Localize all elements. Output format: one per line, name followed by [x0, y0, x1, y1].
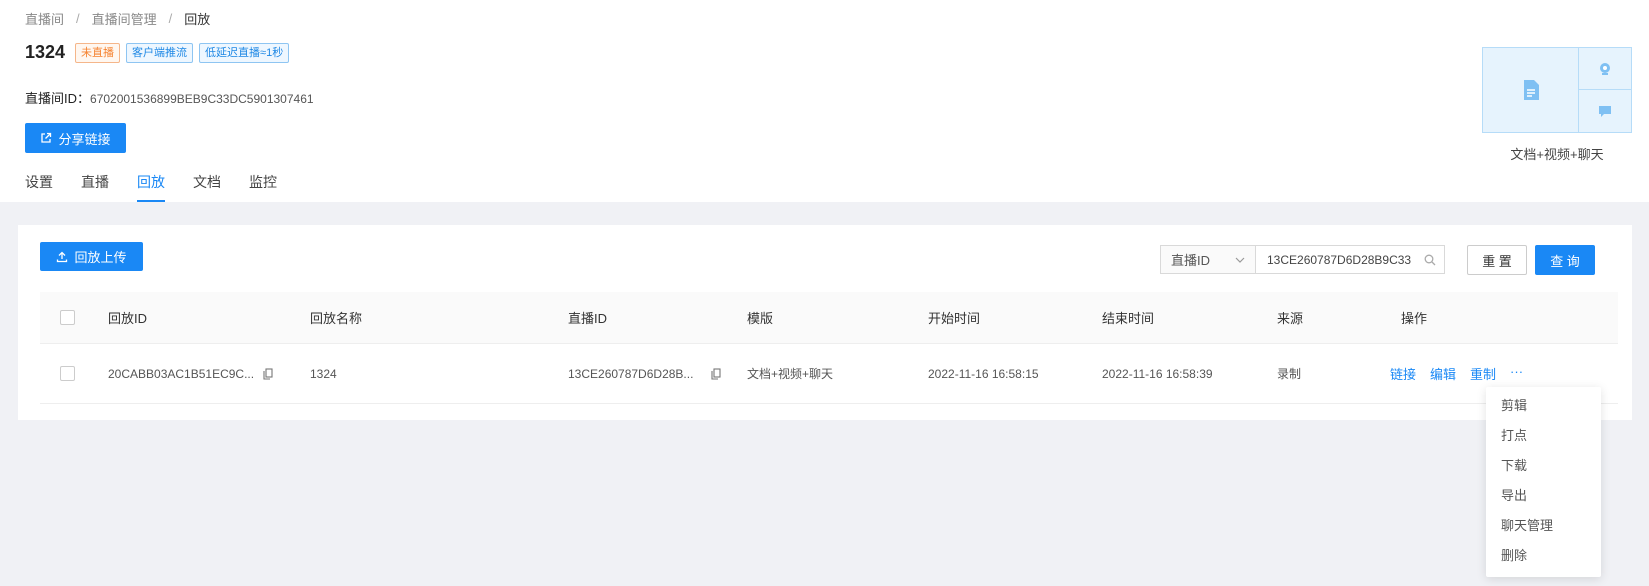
- menu-item-mark[interactable]: 打点: [1486, 421, 1601, 451]
- query-button[interactable]: 查 询: [1535, 245, 1595, 275]
- cell-replay-name: 1324: [310, 366, 337, 381]
- row-checkbox[interactable]: [60, 366, 75, 381]
- breadcrumb-separator: /: [168, 11, 173, 26]
- header-replay-name: 回放名称: [310, 311, 363, 326]
- menu-item-clip[interactable]: 剪辑: [1486, 391, 1601, 421]
- search-input-wrapper: [1255, 245, 1445, 274]
- room-title-row: 1324 未直播 客户端推流 低延迟直播≈1秒: [25, 42, 295, 63]
- more-actions-button[interactable]: ···: [1510, 364, 1523, 383]
- breadcrumb: 直播间 / 直播间管理 / 回放: [25, 9, 210, 28]
- replay-id-text: 20CABB03AC1B51EC9C...: [108, 366, 255, 381]
- breadcrumb-replay: 回放: [184, 12, 211, 27]
- copy-icon[interactable]: [711, 368, 721, 380]
- layout-chat-area: [1579, 90, 1631, 132]
- room-id-label: 直播间ID：: [25, 91, 91, 106]
- layout-document-area: [1483, 48, 1579, 132]
- filter-field-select[interactable]: 直播ID: [1160, 245, 1255, 274]
- remake-action[interactable]: 重制: [1470, 364, 1496, 383]
- cell-template: 文档+视频+聊天: [747, 367, 834, 381]
- layout-video-area: [1579, 48, 1631, 90]
- share-link-label: 分享链接: [58, 131, 111, 147]
- header-end-time: 结束时间: [1102, 311, 1155, 326]
- cell-replay-id: 20CABB03AC1B51EC9C...: [108, 367, 273, 381]
- layout-caption: 文档+视频+聊天: [1510, 147, 1604, 162]
- header-start-time: 开始时间: [928, 311, 981, 326]
- menu-item-export[interactable]: 导出: [1486, 481, 1601, 511]
- upload-replay-button[interactable]: 回放上传: [40, 242, 143, 271]
- copy-icon[interactable]: [263, 368, 273, 380]
- search-filter: 直播ID: [1160, 245, 1445, 274]
- header-replay-id: 回放ID: [108, 311, 148, 326]
- breadcrumb-live-room[interactable]: 直播间: [25, 9, 64, 28]
- table-row: 20CABB03AC1B51EC9C... 1324 13CE260787D6D…: [40, 344, 1618, 404]
- latency-badge: 低延迟直播≈1秒: [199, 42, 290, 63]
- link-action[interactable]: 链接: [1390, 364, 1416, 383]
- camera-icon: [1600, 62, 1610, 75]
- cell-source: 录制: [1277, 367, 1302, 381]
- push-type-badge: 客户端推流: [126, 42, 194, 63]
- chevron-down-icon: [1235, 257, 1245, 263]
- tab-replay[interactable]: 回放: [137, 172, 165, 202]
- menu-item-download[interactable]: 下载: [1486, 451, 1601, 481]
- search-icon[interactable]: [1424, 254, 1436, 266]
- reset-button[interactable]: 重 置: [1467, 245, 1527, 275]
- tab-monitor[interactable]: 监控: [249, 172, 277, 202]
- select-all-checkbox[interactable]: [60, 310, 75, 325]
- room-id-value: 6702001536899BEB9C33DC5901307461: [90, 92, 314, 106]
- room-id: 直播间ID：6702001536899BEB9C33DC5901307461: [25, 88, 314, 107]
- tab-documents[interactable]: 文档: [193, 172, 221, 202]
- header-template: 模版: [747, 311, 774, 326]
- page-header: 直播间 / 直播间管理 / 回放 1324 未直播 客户端推流 低延迟直播≈1秒…: [0, 0, 1649, 202]
- menu-item-chat-management[interactable]: 聊天管理: [1486, 511, 1601, 541]
- header-live-id: 直播ID: [568, 311, 608, 326]
- edit-action[interactable]: 编辑: [1430, 364, 1456, 383]
- replay-table: 回放ID 回放名称 直播ID 模版 开始时间 结束时间 来源 操作 20CABB…: [40, 292, 1618, 404]
- replay-list-card: 回放上传 直播ID 重 置 查 询 回放ID 回放名称 直播ID 模版 开始时间…: [18, 225, 1632, 420]
- room-title: 1324: [25, 42, 66, 62]
- more-actions-menu: 剪辑 打点 下载 导出 聊天管理 删除: [1486, 387, 1601, 577]
- breadcrumb-separator: /: [76, 11, 80, 26]
- upload-replay-label: 回放上传: [74, 250, 127, 265]
- live-id-text: 13CE260787D6D28B...: [568, 366, 694, 381]
- breadcrumb-room-management[interactable]: 直播间管理: [92, 9, 157, 28]
- chat-icon: [1599, 105, 1611, 117]
- tab-live[interactable]: 直播: [81, 172, 109, 202]
- tab-bar: 设置 直播 回放 文档 监控: [25, 172, 305, 202]
- status-badge: 未直播: [75, 42, 121, 63]
- share-link-button[interactable]: 分享链接: [25, 123, 126, 153]
- layout-preview: [1482, 47, 1632, 133]
- filter-field-value: 直播ID: [1171, 253, 1211, 268]
- menu-item-delete[interactable]: 删除: [1486, 541, 1601, 571]
- cell-start-time: 2022-11-16 16:58:15: [928, 366, 1039, 381]
- header-source: 来源: [1277, 311, 1304, 326]
- cell-end-time: 2022-11-16 16:58:39: [1102, 366, 1213, 381]
- table-header: 回放ID 回放名称 直播ID 模版 开始时间 结束时间 来源 操作: [40, 292, 1618, 344]
- tab-settings[interactable]: 设置: [25, 172, 53, 202]
- upload-icon: [57, 251, 68, 262]
- search-input[interactable]: [1267, 252, 1417, 267]
- cell-live-id: 13CE260787D6D28B...: [568, 367, 721, 381]
- header-actions: 操作: [1401, 311, 1428, 326]
- document-icon: [1523, 80, 1539, 100]
- cell-actions: 链接 编辑 重制 ···: [1390, 364, 1523, 383]
- external-link-icon: [41, 132, 52, 143]
